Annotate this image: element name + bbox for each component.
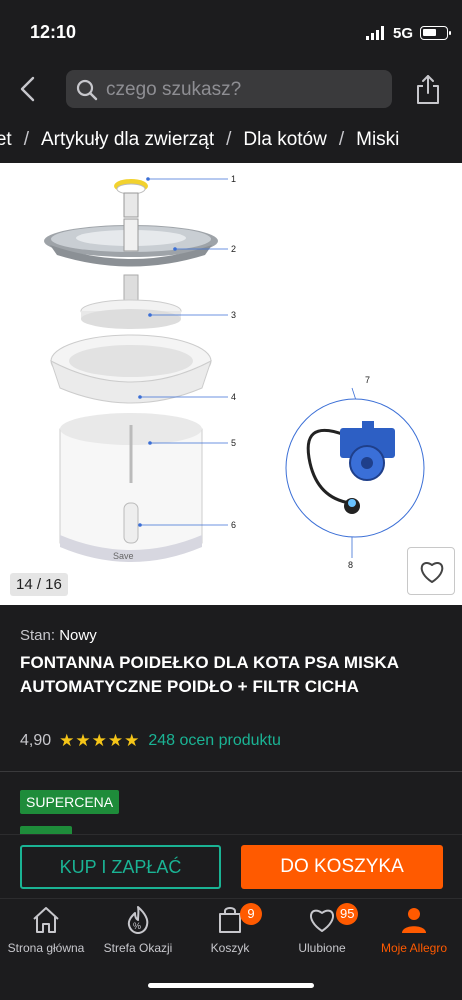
image-counter: 14 / 16 <box>10 573 68 596</box>
callout-label-2: 2 <box>231 244 236 254</box>
bottom-tab-bar: Strona główna % Strefa Okazji 9 Koszyk 9… <box>0 898 462 1000</box>
svg-text:%: % <box>133 921 141 931</box>
status-bar: 12:10 5G <box>0 0 462 64</box>
supercena-badge: SUPERCENA <box>20 790 120 814</box>
tab-home[interactable]: Strona główna <box>0 905 92 965</box>
rating-count-link[interactable]: 248 ocen produktu <box>148 732 281 750</box>
rating-score: 4,90 <box>20 732 52 749</box>
heart-icon <box>310 909 334 932</box>
tab-label: Koszyk <box>210 941 250 955</box>
breadcrumb-separator: / <box>338 129 345 150</box>
back-arrow-icon[interactable] <box>14 73 42 105</box>
top-bar: czego szukasz? <box>0 64 462 114</box>
divider <box>0 771 462 772</box>
tab-label: Moje Allegro <box>380 941 448 955</box>
breadcrumb-separator: / <box>226 129 232 150</box>
search-icon <box>76 79 98 101</box>
callout-label-4: 4 <box>231 392 236 402</box>
breadcrumb: rket / Artykuły dla zwierząt / Dla kotów… <box>0 118 462 162</box>
buy-now-button[interactable]: KUP I ZAPŁAĆ <box>20 845 221 889</box>
callout-label-5: 5 <box>231 438 236 448</box>
cart-count-badge: 9 <box>240 903 262 925</box>
status-time: 12:10 <box>30 22 77 42</box>
home-indicator <box>148 983 314 988</box>
star-rating-icon: ★★★★★ <box>59 731 141 750</box>
network-type: 5G <box>393 25 414 42</box>
product-condition: Stan: Nowy <box>20 627 97 644</box>
product-title: FONTANNA POIDEŁKO DLA KOTA PSA MISKA AUT… <box>20 653 399 696</box>
product-image: Save 1 2 3 4 5 6 7 8 <box>44 174 425 570</box>
home-icon <box>33 907 59 933</box>
search-input[interactable]: czego szukasz? <box>66 70 392 108</box>
favorite-button[interactable] <box>407 547 455 595</box>
battery-icon <box>420 26 451 40</box>
callout-label-6: 6 <box>231 520 236 530</box>
search-placeholder: czego szukasz? <box>106 79 242 100</box>
tab-my-allegro[interactable]: Moje Allegro <box>368 905 460 965</box>
brand-mark: Save <box>113 551 134 561</box>
condition-label: Stan: <box>20 627 56 644</box>
callout-label-7: 7 <box>365 375 370 385</box>
tab-favorites[interactable]: 95 Ulubione <box>276 903 368 965</box>
product-rating[interactable]: 4,90 ★★★★★ 248 ocen produktu <box>20 731 281 751</box>
condition-value: Nowy <box>59 627 97 644</box>
signal-icon <box>366 26 384 40</box>
breadcrumb-item-pets[interactable]: Artykuły dla zwierząt <box>41 129 214 151</box>
callout-label-1: 1 <box>231 174 236 184</box>
user-icon <box>402 908 426 933</box>
callout-label-3: 3 <box>231 310 236 320</box>
tab-label: Strefa Okazji <box>103 941 173 955</box>
favorites-count-badge: 95 <box>336 903 359 925</box>
purchase-bar: KUP I ZAPŁAĆ DO KOSZYKA <box>0 834 462 898</box>
breadcrumb-item-bowls[interactable]: Miski <box>356 129 399 151</box>
discount-icon: % <box>127 906 149 934</box>
breadcrumb-item-market[interactable]: rket <box>0 129 12 151</box>
tab-label: Ulubione <box>298 941 346 955</box>
tab-label: Strona główna <box>7 941 85 955</box>
share-icon[interactable] <box>414 72 442 106</box>
tab-cart[interactable]: 9 Koszyk <box>184 903 276 965</box>
heart-icon <box>420 562 444 583</box>
tab-deals[interactable]: % Strefa Okazji <box>92 905 184 965</box>
add-to-cart-button[interactable]: DO KOSZYKA <box>241 845 443 889</box>
product-gallery[interactable]: Save 1 2 3 4 5 6 7 8 14 / 16 <box>0 163 462 605</box>
breadcrumb-item-cats[interactable]: Dla kotów <box>243 129 326 151</box>
breadcrumb-separator: / <box>23 129 29 150</box>
callout-label-8: 8 <box>348 560 353 570</box>
